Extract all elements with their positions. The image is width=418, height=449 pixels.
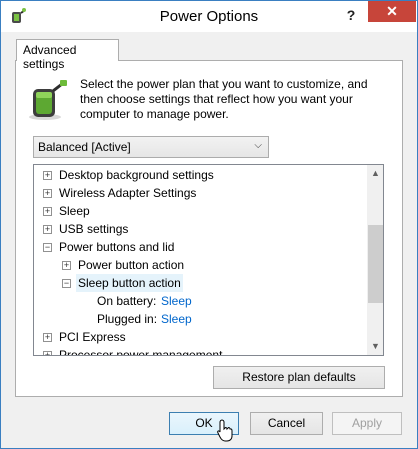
setting-label: Plugged in: (97, 312, 158, 326)
power-plan-select-value: Balanced [Active] (38, 140, 131, 154)
apply-button[interactable]: Apply (332, 412, 402, 435)
tree-item-label: USB settings (59, 222, 129, 236)
setting-label: On battery: (97, 294, 157, 308)
battery-plug-icon (29, 80, 67, 120)
collapse-minus-icon[interactable]: − (43, 243, 52, 252)
tree-item-desktop-background[interactable]: + Desktop background settings (34, 166, 367, 184)
scroll-up-arrow-icon[interactable]: ▲ (367, 165, 383, 182)
tree-item-label: PCI Express (59, 330, 126, 344)
on-battery-value-link[interactable]: Sleep (161, 292, 192, 310)
cancel-button[interactable]: Cancel (250, 412, 323, 435)
settings-tree[interactable]: + Desktop background settings + Wireless… (33, 164, 384, 356)
tree-scrollbar[interactable]: ▲ ▼ (367, 165, 383, 355)
power-options-window: Power Options ? ✕ Advanced settings Sele… (0, 0, 418, 449)
expand-plus-icon[interactable]: + (43, 189, 52, 198)
tree-item-label: Wireless Adapter Settings (59, 186, 197, 200)
expand-plus-icon[interactable]: + (43, 351, 52, 355)
tree-item-processor-power[interactable]: + Processor power management (34, 346, 367, 355)
tree-item-label: Desktop background settings (59, 168, 214, 182)
tree-item-sleep[interactable]: + Sleep (34, 202, 367, 220)
tree-item-label-selected: Sleep button action (76, 274, 183, 292)
help-button[interactable]: ? (338, 3, 364, 27)
tree-item-label: Processor power management (59, 348, 223, 355)
tab-advanced-settings[interactable]: Advanced settings (16, 39, 119, 71)
tree-item-power-buttons-lid[interactable]: − Power buttons and lid (34, 238, 367, 256)
tree-item-sleep-button-action[interactable]: − Sleep button action (34, 274, 367, 292)
scrollbar-thumb[interactable] (368, 225, 383, 303)
expand-plus-icon[interactable]: + (43, 333, 52, 342)
power-plan-select[interactable]: Balanced [Active] ⌵ (33, 136, 269, 158)
plugged-in-value-link[interactable]: Sleep (161, 310, 192, 328)
mouse-pointer-icon (217, 419, 233, 442)
tree-item-label: Power buttons and lid (59, 240, 175, 254)
close-button[interactable]: ✕ (368, 1, 416, 22)
expand-plus-icon[interactable]: + (62, 261, 71, 270)
tree-item-plugged-in[interactable]: Plugged in: Sleep (34, 310, 367, 328)
chevron-down-icon: ⌵ (254, 140, 262, 151)
restore-plan-defaults-button[interactable]: Restore plan defaults (213, 366, 385, 389)
tree-item-wireless-adapter[interactable]: + Wireless Adapter Settings (34, 184, 367, 202)
tree-item-pci-express[interactable]: + PCI Express (34, 328, 367, 346)
tree-item-power-button-action[interactable]: + Power button action (34, 256, 367, 274)
settings-tree-list: + Desktop background settings + Wireless… (34, 165, 367, 355)
description-text: Select the power plan that you want to c… (80, 77, 368, 121)
expand-plus-icon[interactable]: + (43, 171, 52, 180)
tree-item-label: Power button action (78, 258, 185, 272)
tree-item-usb-settings[interactable]: + USB settings (34, 220, 367, 238)
expand-plus-icon[interactable]: + (43, 207, 52, 216)
scroll-down-arrow-icon[interactable]: ▼ (367, 338, 383, 355)
tree-item-on-battery[interactable]: On battery: Sleep (34, 292, 367, 310)
collapse-minus-icon[interactable]: − (62, 279, 71, 288)
title-bar[interactable]: Power Options ? ✕ (1, 1, 417, 32)
tree-item-label: Sleep (59, 204, 90, 218)
expand-plus-icon[interactable]: + (43, 225, 52, 234)
